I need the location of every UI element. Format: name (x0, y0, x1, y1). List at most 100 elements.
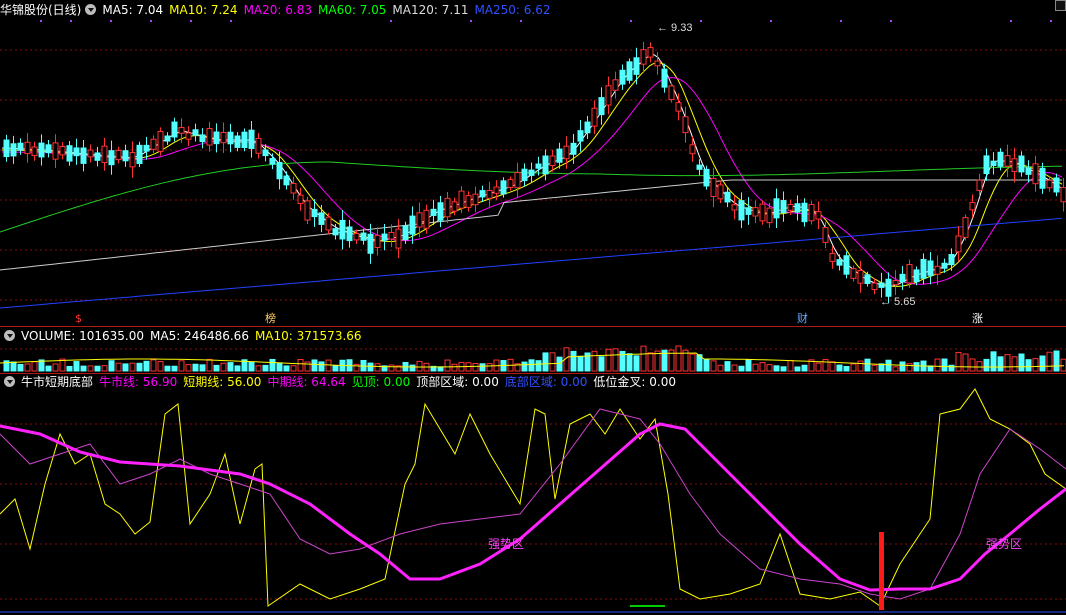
candlestick-chart[interactable]: ← 9.33 ← 5.65 $ 榜 财 涨 (0, 0, 1066, 326)
volume-bar (262, 364, 269, 372)
candle-body (612, 79, 619, 91)
candle-body (521, 168, 528, 182)
volume-bar (255, 365, 262, 372)
candle-body (276, 161, 283, 180)
candle-body (976, 179, 983, 191)
candle-body (206, 128, 213, 146)
volume-bar (87, 365, 94, 372)
volume-bar (206, 358, 213, 372)
candle-body (45, 144, 52, 154)
candle-body (31, 146, 38, 157)
volume-bar (94, 365, 101, 372)
volume-bar (780, 366, 787, 372)
candle-body (332, 228, 339, 236)
candle-body (850, 268, 857, 279)
candle-body (150, 138, 157, 150)
candle-body (682, 116, 689, 134)
candle-body (178, 127, 185, 134)
candle-body (801, 202, 808, 223)
candle-body (1032, 163, 1039, 185)
candle-body (948, 254, 955, 266)
candle-body (836, 259, 843, 266)
candle-body (262, 149, 269, 157)
volume-bar (633, 355, 640, 372)
candle-body (962, 217, 969, 238)
candle-body (136, 144, 143, 164)
ma120-line (0, 179, 1062, 271)
top-dot-7 (470, 20, 472, 22)
candle-body (717, 184, 724, 200)
candle-body (724, 191, 731, 203)
candle-body (1025, 167, 1032, 175)
candle-body (1046, 179, 1053, 189)
volume-bar (899, 361, 906, 372)
volume-bar (843, 366, 850, 372)
volume-bar (311, 359, 318, 372)
volume-panel[interactable]: VOLUME: 101635.00 MA5: 246486.66 MA10: 371… (0, 327, 1066, 373)
candle-body (752, 207, 759, 217)
volume-bar (444, 359, 451, 372)
volume-bar (227, 362, 234, 372)
candle-body (892, 280, 899, 286)
volume-bar (976, 361, 983, 372)
indicator-panel[interactable]: 牛市短期底部 牛市线: 56.90 短期线: 56.00 中期线: 64.64 见顶: … (0, 374, 1066, 615)
candle-body (1039, 167, 1046, 189)
volume-bar (871, 364, 878, 372)
candle-body (164, 135, 171, 142)
candle-body (374, 234, 381, 249)
event-marker-3: 涨 (972, 312, 983, 325)
volume-bar (612, 348, 619, 372)
volume-bar (283, 365, 290, 372)
candle-body (59, 146, 66, 156)
volume-bar (178, 360, 185, 372)
volume-bar (101, 365, 108, 372)
volume-bar (913, 362, 920, 372)
candle-body (514, 172, 521, 189)
volume-bar (297, 359, 304, 372)
indicator-chart[interactable]: 强势区 强势区 (0, 374, 1066, 615)
volume-bar (143, 360, 150, 372)
candle-body (290, 182, 297, 194)
candle-body (577, 130, 584, 142)
volume-chart[interactable] (0, 327, 1066, 373)
volume-bar (1039, 355, 1046, 372)
volume-bar (248, 361, 255, 372)
top-dot-12 (840, 20, 842, 22)
candle-body (367, 233, 374, 254)
candle-body (101, 145, 108, 163)
price-panel[interactable]: 华锦股份(日线) MA5: 7.04 MA10: 7.24 MA20: 6.83 MA6… (0, 0, 1066, 326)
volume-bar (472, 363, 479, 372)
candle-body (906, 264, 913, 284)
volume-bar (549, 352, 556, 372)
candle-body (297, 194, 304, 205)
candle-body (598, 97, 605, 116)
candle-body (311, 208, 318, 218)
candle-body (353, 232, 360, 241)
candle-body (87, 149, 94, 158)
volume-bar (234, 365, 241, 372)
volume-bar (66, 365, 73, 372)
candle-body (115, 149, 122, 161)
candle-body (654, 60, 661, 67)
candle-body (38, 142, 45, 158)
volume-bar (948, 364, 955, 372)
candle-body (773, 198, 780, 219)
candle-body (395, 228, 402, 249)
candle-body (941, 262, 948, 269)
volume-bar (773, 365, 780, 372)
candle-body (66, 145, 73, 162)
candle-body (213, 131, 220, 145)
candle-body (241, 131, 248, 149)
candle-body (920, 258, 927, 279)
candle-body (458, 190, 465, 209)
volume-bar (409, 364, 416, 372)
strong-zone-label-1: 强势区 (488, 537, 524, 551)
volume-bar (983, 358, 990, 372)
volume-bar (129, 362, 136, 372)
candle-body (269, 158, 276, 165)
top-dot-0 (40, 20, 42, 22)
volume-bar (157, 361, 164, 372)
candle-body (822, 227, 829, 243)
volume-bar (185, 364, 192, 372)
volume-bar (521, 361, 528, 372)
